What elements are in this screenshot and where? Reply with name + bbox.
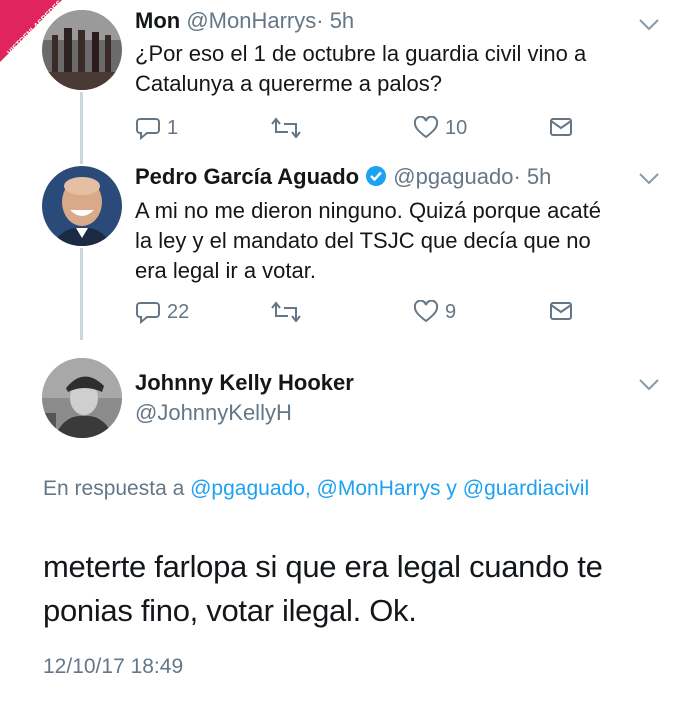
like-button[interactable]: 10 bbox=[413, 116, 467, 140]
message-button[interactable] bbox=[549, 116, 573, 138]
reply-button[interactable]: 1 bbox=[135, 116, 178, 140]
tweet-header: Johnny Kelly Hooker @JohnnyKellyH bbox=[135, 370, 354, 426]
thread-line bbox=[80, 248, 83, 340]
text-line: ponias fino, votar ilegal. Ok. bbox=[43, 593, 417, 628]
reply-button[interactable]: 22 bbox=[135, 300, 189, 324]
mention-link[interactable]: @pgaguado, bbox=[190, 477, 311, 500]
envelope-icon bbox=[550, 118, 572, 136]
message-button[interactable] bbox=[549, 300, 573, 322]
main-tweet-text: meterte farlopa si que era legal cuando … bbox=[43, 545, 683, 633]
reply-context: En respuesta a @pgaguado, @MonHarrys y @… bbox=[43, 473, 663, 504]
main-tweet: Johnny Kelly Hooker @JohnnyKellyH bbox=[0, 340, 700, 709]
like-button[interactable]: 9 bbox=[413, 300, 456, 324]
like-count: 10 bbox=[445, 116, 468, 139]
chevron-down-icon[interactable] bbox=[638, 172, 660, 186]
reply-icon bbox=[136, 118, 160, 140]
handle[interactable]: @pgaguado bbox=[393, 164, 513, 189]
handle[interactable]: @MonHarrys bbox=[186, 8, 316, 33]
timestamp[interactable]: 5h bbox=[330, 8, 354, 33]
avatar[interactable] bbox=[42, 358, 122, 438]
reply-conjunction: y bbox=[446, 477, 457, 500]
separator-dot: · bbox=[513, 164, 521, 189]
retweet-button[interactable] bbox=[270, 116, 302, 140]
heart-icon bbox=[413, 300, 439, 323]
thread-line bbox=[80, 92, 83, 150]
retweet-icon bbox=[271, 117, 301, 139]
timestamp[interactable]: 5h bbox=[527, 164, 551, 189]
like-count: 9 bbox=[445, 300, 457, 323]
thread-line bbox=[80, 150, 83, 164]
separator-dot: · bbox=[316, 8, 324, 33]
chevron-down-icon[interactable] bbox=[638, 378, 660, 392]
chevron-down-icon[interactable] bbox=[638, 18, 660, 32]
retweet-button[interactable] bbox=[270, 300, 302, 324]
display-name[interactable]: Johnny Kelly Hooker bbox=[135, 370, 354, 396]
avatar[interactable] bbox=[42, 10, 122, 90]
reply-count: 1 bbox=[167, 116, 179, 139]
retweet-icon bbox=[271, 301, 301, 323]
tweet-header: Pedro García Aguado @pgaguado· 5h bbox=[135, 164, 551, 190]
avatar[interactable] bbox=[42, 166, 122, 246]
tweet-text: A mi no me dieron ninguno. Quizá porque … bbox=[135, 196, 655, 286]
envelope-icon bbox=[550, 302, 572, 320]
verified-badge-icon bbox=[366, 166, 387, 186]
handle[interactable]: @JohnnyKellyH bbox=[135, 400, 354, 426]
mention-link[interactable]: @MonHarrys bbox=[317, 477, 441, 500]
tweet-date[interactable]: 12/10/17 18:49 bbox=[43, 655, 183, 679]
text-line: era legal ir a votar. bbox=[135, 258, 316, 283]
text-line: A mi no me dieron ninguno. Quizá porque … bbox=[135, 198, 601, 223]
tweet-header: Mon @MonHarrys· 5h bbox=[135, 8, 354, 34]
reply-count: 22 bbox=[167, 300, 190, 323]
tweet-actions: 22 9 bbox=[135, 300, 575, 328]
reply-prefix: En respuesta a bbox=[43, 477, 185, 500]
tweet-pedro[interactable]: Pedro García Aguado @pgaguado· 5h A mi n… bbox=[0, 150, 700, 340]
text-line: la ley y el mandato del TSJC que decía q… bbox=[135, 228, 591, 253]
reply-icon bbox=[136, 302, 160, 324]
mention-link[interactable]: @guardiacivil bbox=[463, 477, 589, 500]
tweet-mon[interactable]: Mon @MonHarrys· 5h ¿Por eso el 1 de octu… bbox=[0, 0, 700, 150]
display-name[interactable]: Pedro García Aguado bbox=[135, 164, 359, 189]
tweet-text: ¿Por eso el 1 de octubre la guardia civi… bbox=[135, 41, 587, 96]
tweet-actions: 1 10 bbox=[135, 116, 575, 144]
text-line: meterte farlopa si que era legal cuando … bbox=[43, 549, 603, 584]
display-name[interactable]: Mon bbox=[135, 8, 180, 33]
heart-icon bbox=[413, 116, 439, 139]
